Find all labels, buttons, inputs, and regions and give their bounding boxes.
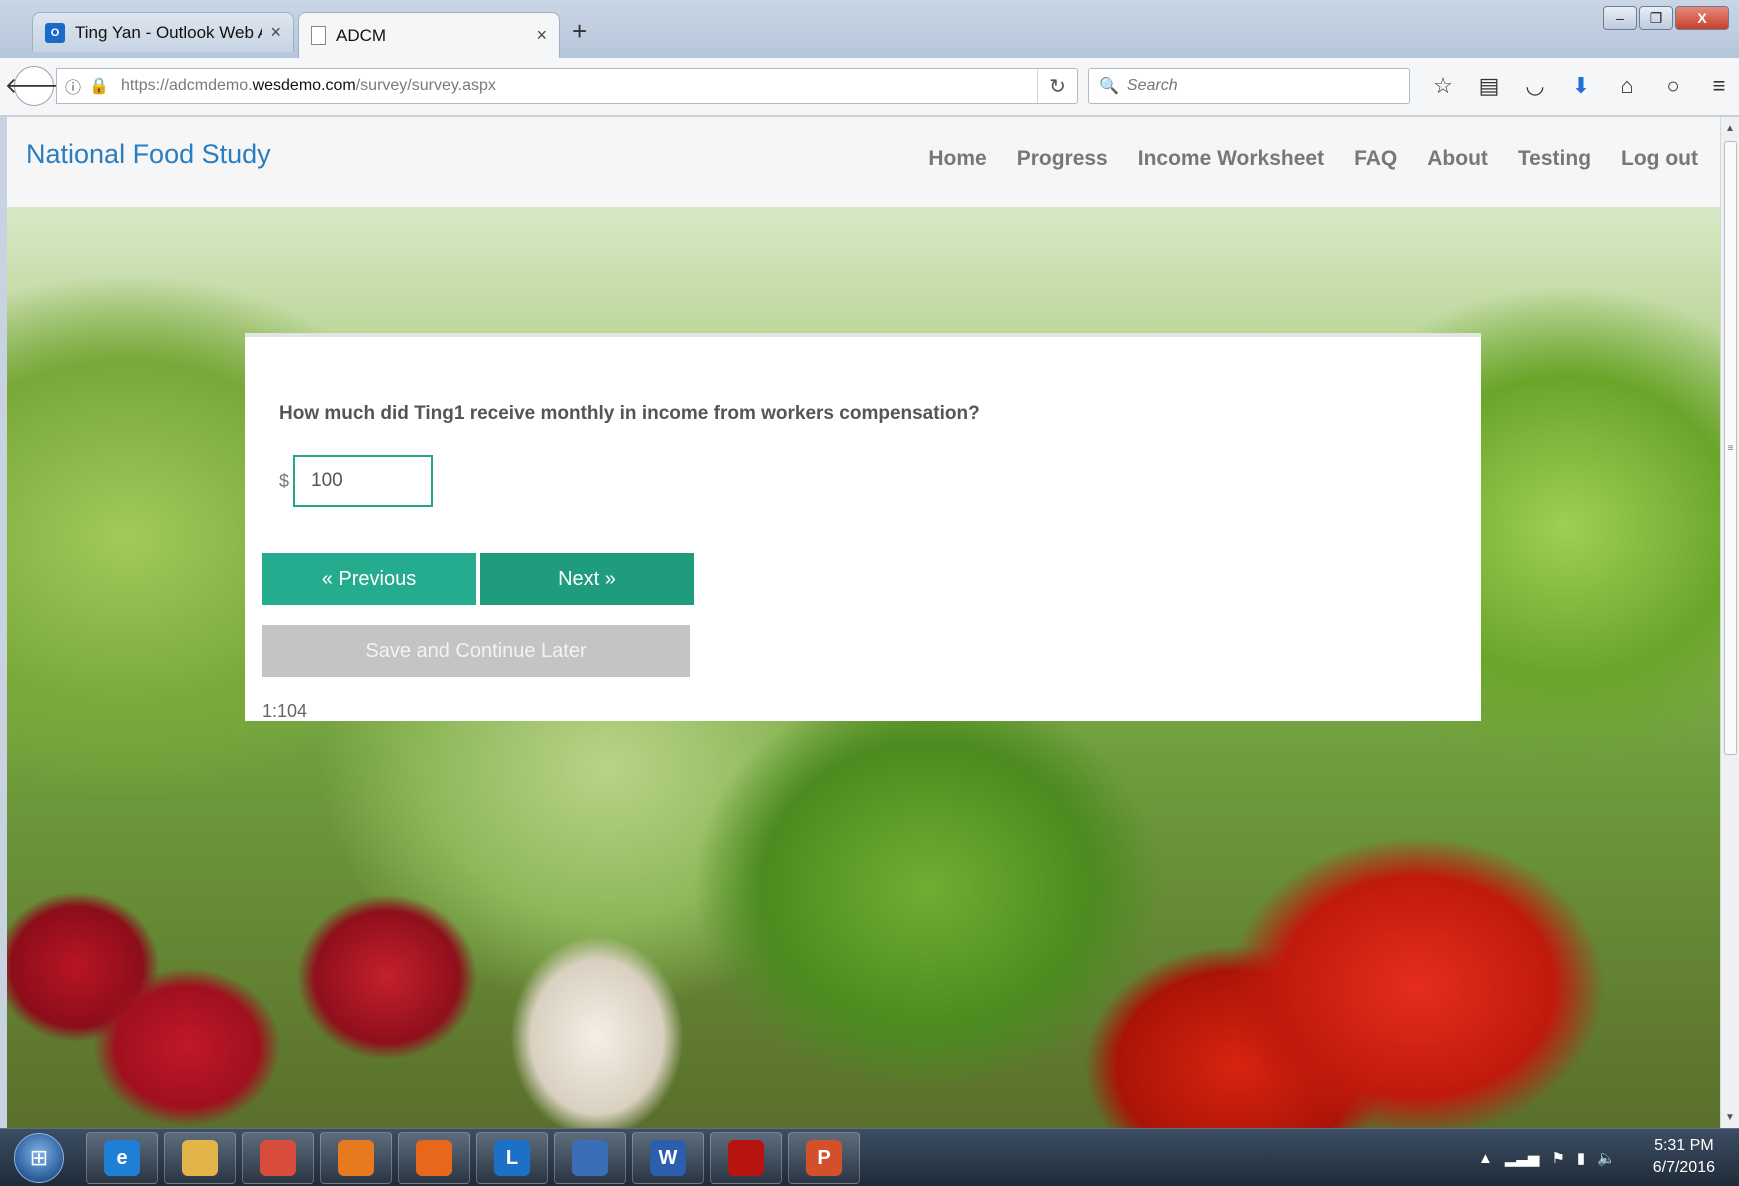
nav-about[interactable]: About	[1427, 147, 1488, 171]
bookmark-star-icon[interactable]: ☆	[1420, 68, 1466, 104]
scroll-down-icon[interactable]: ▼	[1721, 1108, 1739, 1126]
taskbar-clock[interactable]: 5:31 PM 6/7/2016	[1653, 1135, 1715, 1179]
search-input[interactable]	[1126, 77, 1387, 95]
media-player-icon	[338, 1140, 374, 1176]
action-center-flag-icon[interactable]: ⚑	[1551, 1149, 1564, 1167]
browser-toolbar: ☆ ▤ ◡ ⬇ ⌂ ○ ≡	[1420, 68, 1739, 104]
tab-label: ADCM	[336, 25, 387, 45]
windows-taskbar: ⊞ e L W P ▲ ▂▃▅ ⚑ ▮ 🔈 5:31 PM 6/7/2016	[0, 1128, 1739, 1186]
page-scrollbar[interactable]: ▲ ≡ ▼	[1720, 117, 1739, 1128]
outlook-icon: O	[45, 22, 65, 43]
taskbar-app-button[interactable]	[710, 1132, 782, 1184]
powerpoint-icon: P	[806, 1140, 842, 1176]
nav-testing[interactable]: Testing	[1518, 147, 1591, 171]
url-path: /survey/survey.aspx	[355, 77, 496, 94]
currency-symbol: $	[279, 471, 290, 491]
window-controls: – ❐ X	[1603, 6, 1729, 30]
vegetable-background-image: How much did Ting1 receive monthly in in…	[7, 207, 1720, 1128]
save-continue-later-button[interactable]: Save and Continue Later	[262, 625, 690, 677]
show-hidden-icons-icon[interactable]: ▲	[1478, 1150, 1493, 1167]
survey-card: How much did Ting1 receive monthly in in…	[245, 333, 1481, 721]
remote-desktop-icon	[572, 1140, 608, 1176]
start-button[interactable]: ⊞	[14, 1133, 64, 1183]
taskbar-app-button[interactable]	[554, 1132, 626, 1184]
power-icon[interactable]: ▮	[1577, 1149, 1585, 1167]
previous-button[interactable]: « Previous	[262, 553, 476, 605]
url-bar[interactable]: ⓘ 🔒 https://adcmdemo.wesdemo.com/survey/…	[56, 68, 1078, 104]
reload-icon[interactable]: ↻	[1037, 69, 1077, 103]
url-domain: wesdemo.com	[252, 77, 356, 94]
internet-explorer-icon: e	[104, 1140, 140, 1176]
firefox-icon	[416, 1140, 452, 1176]
tab-outlook[interactable]: O Ting Yan - Outlook Web A... ×	[32, 12, 294, 52]
chrome-icon	[260, 1140, 296, 1176]
tab-adcm[interactable]: ADCM ×	[298, 12, 560, 58]
taskbar-app-button[interactable]	[242, 1132, 314, 1184]
clock-time: 5:31 PM	[1654, 1137, 1714, 1154]
nav-logout[interactable]: Log out	[1621, 147, 1698, 171]
maximize-button[interactable]: ❐	[1639, 6, 1673, 30]
new-tab-button[interactable]: +	[572, 16, 587, 47]
tab-label: Ting Yan - Outlook Web A...	[75, 22, 263, 42]
taskbar-app-button[interactable]: W	[632, 1132, 704, 1184]
minimize-button[interactable]: –	[1603, 6, 1637, 30]
taskbar-app-button[interactable]	[164, 1132, 236, 1184]
taskbar-app-button[interactable]: e	[86, 1132, 158, 1184]
scroll-up-icon[interactable]: ▲	[1721, 119, 1739, 137]
lync-icon: L	[494, 1140, 530, 1176]
question-id: 1:104	[262, 701, 308, 721]
survey-question: How much did Ting1 receive monthly in in…	[279, 403, 980, 424]
browser-navbar: 🡐 ⓘ 🔒 https://adcmdemo.wesdemo.com/surve…	[0, 58, 1739, 116]
site-header: National Food Study Home Progress Income…	[7, 117, 1720, 207]
chat-icon[interactable]: ○	[1650, 68, 1696, 104]
nav-faq[interactable]: FAQ	[1354, 147, 1397, 171]
info-icon[interactable]: ⓘ	[65, 74, 81, 98]
site-nav: Home Progress Income Worksheet FAQ About…	[928, 147, 1698, 171]
browser-titlebar: O Ting Yan - Outlook Web A... × ADCM × +…	[0, 0, 1739, 58]
search-icon: 🔍	[1099, 78, 1119, 95]
taskbar-app-button[interactable]: L	[476, 1132, 548, 1184]
scroll-thumb[interactable]: ≡	[1724, 141, 1737, 755]
next-button[interactable]: Next »	[480, 553, 694, 605]
back-button[interactable]: 🡐	[5, 66, 64, 106]
nav-income-worksheet[interactable]: Income Worksheet	[1138, 147, 1324, 171]
site-brand[interactable]: National Food Study	[26, 139, 271, 170]
taskbar-app-button[interactable]	[398, 1132, 470, 1184]
web-page: National Food Study Home Progress Income…	[7, 117, 1720, 1128]
volume-icon[interactable]: 🔈	[1597, 1149, 1616, 1167]
close-icon[interactable]: ×	[270, 22, 281, 43]
nav-progress[interactable]: Progress	[1017, 147, 1108, 171]
acrobat-icon	[728, 1140, 764, 1176]
file-explorer-icon	[182, 1140, 218, 1176]
lock-icon: 🔒	[89, 78, 109, 95]
taskbar-apps: eLWP	[86, 1132, 860, 1184]
amount-input[interactable]	[293, 455, 433, 507]
word-icon: W	[650, 1140, 686, 1176]
window-close-button[interactable]: X	[1675, 6, 1729, 30]
url-prefix: https://adcmdemo.	[120, 77, 253, 94]
url-text[interactable]: https://adcmdemo.wesdemo.com/survey/surv…	[121, 77, 496, 95]
system-tray: ▲ ▂▃▅ ⚑ ▮ 🔈	[1478, 1129, 1616, 1186]
home-icon[interactable]: ⌂	[1604, 68, 1650, 104]
menu-icon[interactable]: ≡	[1696, 68, 1739, 104]
nav-home[interactable]: Home	[928, 147, 986, 171]
pocket-icon[interactable]: ◡	[1512, 68, 1558, 104]
document-icon	[311, 26, 326, 45]
close-icon[interactable]: ×	[536, 25, 547, 46]
download-icon[interactable]: ⬇	[1558, 68, 1604, 104]
taskbar-app-button[interactable]	[320, 1132, 392, 1184]
search-box[interactable]: 🔍	[1088, 68, 1410, 104]
back-arrow-icon: 🡐	[4, 73, 64, 98]
signal-icon[interactable]: ▂▃▅	[1505, 1149, 1540, 1167]
clock-date: 6/7/2016	[1652, 1159, 1715, 1176]
reading-list-icon[interactable]: ▤	[1466, 68, 1512, 104]
windows-logo-icon: ⊞	[29, 1145, 49, 1170]
taskbar-app-button[interactable]: P	[788, 1132, 860, 1184]
